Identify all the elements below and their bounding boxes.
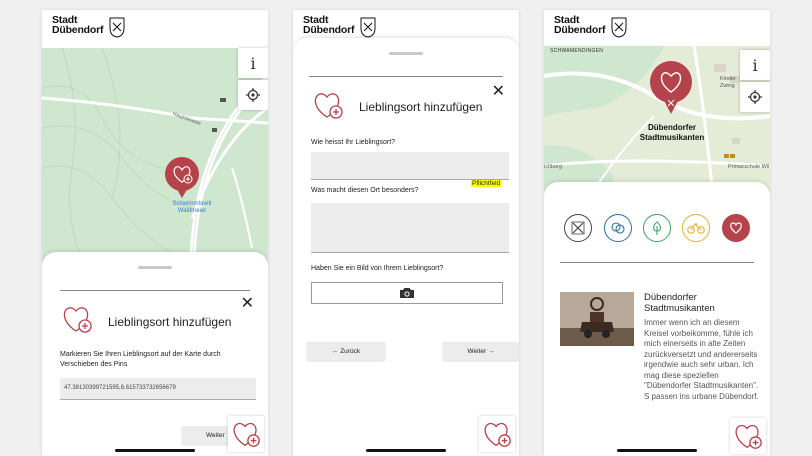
crest-icon: [611, 17, 627, 38]
sheet-handle[interactable]: [389, 52, 423, 55]
camera-icon: [400, 288, 414, 298]
location-pin-icon[interactable]: [162, 156, 202, 200]
info-button[interactable]: i: [238, 48, 268, 78]
location-pin-icon[interactable]: [648, 60, 694, 118]
question-special-label: Was macht diesen Ort besonders?: [311, 187, 419, 194]
crest-icon: [571, 221, 585, 235]
map-aich-label: ichberg: [544, 164, 563, 170]
bottom-sheet: Dübendorfer Stadtmusikanten Immer wenn i…: [544, 182, 770, 456]
map-kinder-label: Kinder Zwing: [720, 76, 736, 89]
home-indicator: [366, 449, 446, 452]
tree-icon: [653, 221, 661, 235]
locate-me-button[interactable]: [740, 82, 770, 112]
photo-upload-button[interactable]: [311, 282, 503, 304]
description-textarea[interactable]: [311, 203, 509, 253]
crest-icon: [109, 17, 125, 38]
bottom-sheet: ✕ Lieblingsort hinzufügen Wie heisst Ihr…: [293, 38, 519, 456]
phone-screen-form: Stadt Dübendorf ✕ Lieblingsort hinzufüge…: [293, 10, 519, 456]
category-crest-button[interactable]: [564, 214, 592, 242]
bicycle-icon: [687, 223, 705, 234]
close-button[interactable]: ✕: [241, 296, 254, 312]
back-button[interactable]: ← Zurück: [307, 342, 385, 360]
map-area-label: SCHWAMENDINGEN: [550, 48, 604, 54]
poi-photo: [560, 292, 634, 346]
category-heart-button[interactable]: [722, 214, 750, 242]
divider: [309, 76, 503, 77]
poi-title: Dübendorfer Stadtmusikanten: [644, 292, 715, 314]
close-button[interactable]: ✕: [492, 84, 505, 100]
name-input[interactable]: [311, 152, 509, 180]
question-name-label: Wie heisst Ihr Lieblingsort?: [311, 139, 396, 146]
required-hint: Pflichtfeld: [471, 180, 502, 187]
phone-screen-map-pin: Stadt Dübendorf Schwimmbreiti Waldmeier …: [42, 10, 268, 456]
add-favorite-button[interactable]: [228, 416, 264, 452]
heart-icon: [730, 222, 742, 234]
map-view[interactable]: Schwimmbreiti Waldmeier Hauptstrasse: [42, 48, 268, 278]
poi-description: Immer wenn ich an diesem Kreisel vorbeik…: [644, 318, 759, 401]
instruction-text: Markieren Sie Ihren Lieblingsort auf der…: [60, 351, 221, 368]
heart-add-icon: [735, 424, 762, 449]
category-theater-button[interactable]: [604, 214, 632, 242]
question-photo-label: Haben Sie ein Bild von Ihrem Lieblingsor…: [311, 265, 444, 272]
sheet-handle[interactable]: [138, 266, 172, 269]
add-favorite-button[interactable]: [730, 418, 766, 454]
heart-add-icon: [233, 422, 260, 447]
divider: [560, 262, 754, 263]
info-button[interactable]: i: [740, 50, 770, 80]
home-indicator: [617, 449, 697, 452]
pin-label: Dübendorfer Stadtmusikanten: [639, 123, 705, 142]
category-nature-button[interactable]: [643, 214, 671, 242]
bottom-sheet: ✕ Lieblingsort hinzufügen Markieren Sie …: [42, 252, 268, 456]
locate-me-button[interactable]: [238, 80, 268, 110]
sheet-title: Lieblingsort hinzufügen: [359, 100, 483, 114]
city-logo: Stadt Dübendorf: [52, 15, 125, 48]
next-button[interactable]: Weiter →: [443, 342, 519, 360]
add-favorite-button[interactable]: [479, 416, 515, 452]
theater-masks-icon: [611, 222, 625, 234]
crosshair-icon: [748, 90, 762, 104]
phone-screen-poi-detail: Stadt Dübendorf SCHWAMENDINGEN Kinder Zw…: [544, 10, 770, 456]
heart-add-icon: [63, 307, 92, 333]
heart-add-icon: [314, 93, 343, 119]
city-logo: Stadt Dübendorf: [554, 15, 627, 48]
sheet-title: Lieblingsort hinzufügen: [108, 315, 232, 329]
map-place-label: Schwimmbreiti Waldmeier: [172, 201, 212, 214]
category-bike-button[interactable]: [682, 214, 710, 242]
map-school-label: Primarschule Wil: [728, 164, 770, 170]
coordinates-field[interactable]: 47.38130399721595,8.615733732656679: [60, 378, 256, 400]
divider: [60, 290, 250, 291]
crosshair-icon: [246, 88, 260, 102]
home-indicator: [115, 449, 195, 452]
crest-icon: [360, 17, 376, 38]
heart-add-icon: [484, 422, 511, 447]
